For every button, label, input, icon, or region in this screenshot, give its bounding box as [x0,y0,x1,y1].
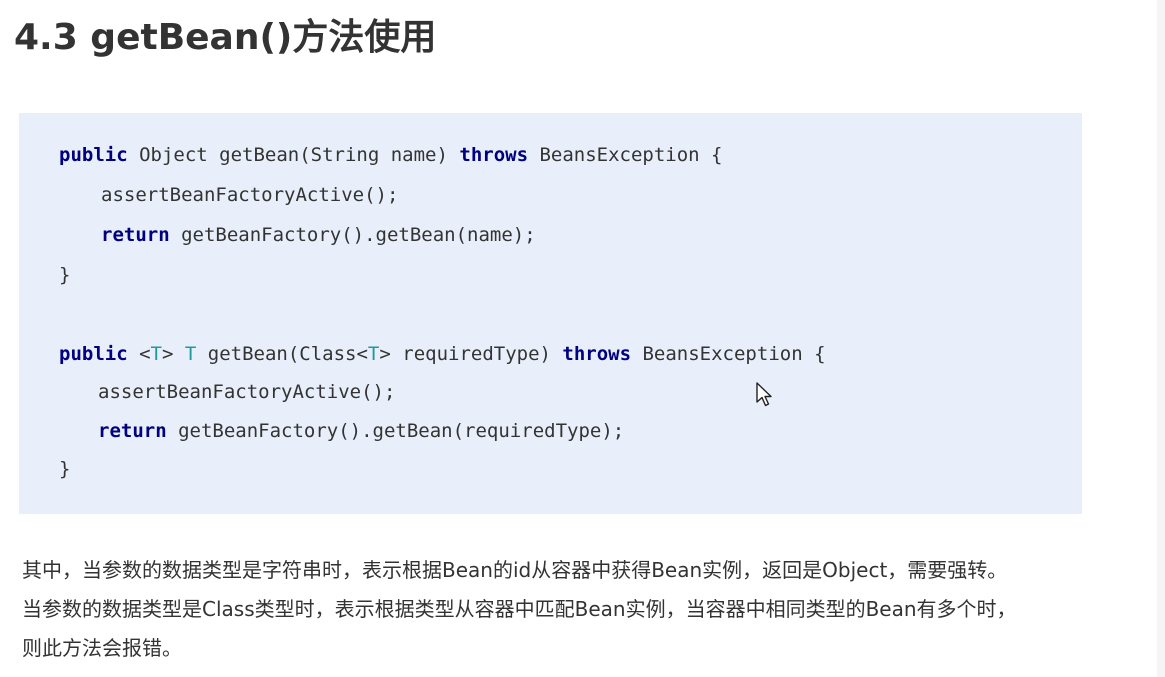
code-line: return getBeanFactory().getBean(name); [101,223,536,247]
code-text: < [127,343,151,365]
code-line: assertBeanFactoryActive(); [101,183,398,207]
type-param: T [367,343,380,365]
keyword: return [101,224,170,246]
code-text: getBean(Class< [196,343,368,365]
keyword: throws [562,343,632,365]
page-title: 4.3 getBean()方法使用 [14,17,437,58]
keyword: throws [459,144,529,166]
mouse-pointer-icon [756,382,772,407]
code-line: public <T> T getBean(Class<T> requiredTy… [59,342,826,366]
code-text: getBeanFactory().getBean(name); [169,224,536,246]
code-block: public Object getBean(String name) throw… [19,113,1082,514]
keyword: public [59,144,128,166]
code-line: public Object getBean(String name) throw… [59,143,722,167]
code-text: Object getBean(String name) [127,144,460,166]
paragraph-line: 当参数的数据类型是Class类型时，表示根据类型从容器中匹配Bean实例，当容器… [22,597,1017,621]
type-param: T [184,343,197,365]
paragraph-line: 其中，当参数的数据类型是字符串时，表示根据Bean的id从容器中获得Bean实例… [22,558,1008,582]
code-text: getBeanFactory().getBean(requiredType); [166,420,625,442]
code-text: > requiredType) [379,343,563,365]
paragraph-line: 则此方法会报错。 [22,636,182,660]
code-line: } [59,457,70,481]
code-text: } [59,264,71,286]
code-text: BeansException { [631,343,826,365]
code-text: assertBeanFactoryActive(); [101,184,399,206]
code-text: > [161,343,185,365]
code-line: } [59,263,70,287]
keyword: public [59,343,128,365]
page-edge [1157,0,1165,677]
code-line: assertBeanFactoryActive(); [98,380,395,404]
code-line: return getBeanFactory().getBean(required… [98,419,624,443]
code-text: assertBeanFactoryActive(); [98,381,396,403]
type-param: T [150,343,162,365]
keyword: return [98,420,167,442]
code-text: BeansException { [528,144,723,166]
code-text: } [59,458,71,480]
